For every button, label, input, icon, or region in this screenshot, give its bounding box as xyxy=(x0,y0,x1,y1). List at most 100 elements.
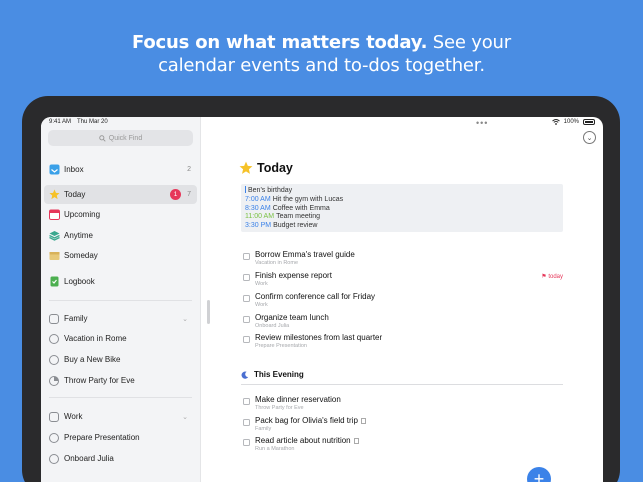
flag-icon: ⚑ xyxy=(541,274,547,280)
section-divider xyxy=(241,384,563,385)
todo-title: Borrow Emma's travel guide xyxy=(255,250,355,259)
sidebar-item-anytime[interactable]: Anytime xyxy=(44,226,197,245)
sidebar-area-family[interactable]: Family ⌄ xyxy=(44,309,197,328)
project-label: Onboard Julia xyxy=(64,454,114,463)
calendar-event[interactable]: 3:30 PM Budget review xyxy=(245,222,559,231)
sidebar-project-party[interactable]: Throw Party for Eve xyxy=(44,371,197,390)
headline-bold: Focus on what matters today. xyxy=(132,32,428,53)
battery-percent: 100% xyxy=(563,119,579,125)
star-icon xyxy=(239,161,253,174)
headline-line2: calendar events and to-dos together. xyxy=(158,55,485,76)
event-time: 8:30 AM xyxy=(245,204,271,212)
todo-project: Throw Party for Eve xyxy=(255,405,304,411)
deadline-label: today xyxy=(548,274,563,280)
event-title: Team meeting xyxy=(276,213,321,221)
todo-project: Work xyxy=(255,281,268,287)
todo-project: Family xyxy=(255,426,272,432)
project-progress-icon xyxy=(49,432,59,443)
chevron-down-icon[interactable]: ⌄ xyxy=(583,131,596,144)
todo-title: Finish expense report xyxy=(255,271,332,280)
inbox-icon xyxy=(49,164,60,175)
sidebar-item-today[interactable]: Today 1 7 xyxy=(44,185,197,204)
todo-checkbox[interactable] xyxy=(243,316,250,323)
todo-title: Make dinner reservation xyxy=(255,395,341,404)
sidebar-divider xyxy=(49,397,192,398)
todo-project: Vacation in Rome xyxy=(255,260,299,266)
layers-icon xyxy=(49,231,60,241)
archive-box-icon xyxy=(49,252,60,260)
todo-checkbox[interactable] xyxy=(243,336,250,343)
main-content: ••• 100% ⌄ Today Ben's birthday 7:00 AM H… xyxy=(201,117,603,482)
calendar-event[interactable]: 11:00 AM Team meeting xyxy=(245,213,559,222)
event-time: 3:30 PM xyxy=(245,222,272,230)
sidebar-project-bike[interactable]: Buy a New Bike xyxy=(44,350,197,369)
area-label: Family xyxy=(64,314,88,323)
todo-checkbox[interactable] xyxy=(243,295,250,302)
calendar-events: Ben's birthday 7:00 AM Hit the gym with L… xyxy=(241,184,563,232)
project-progress-icon xyxy=(49,453,59,464)
sidebar-area-work[interactable]: Work ⌄ xyxy=(44,407,197,426)
marketing-headline: Focus on what matters today. See your ca… xyxy=(0,31,643,77)
sidebar-item-label: Logbook xyxy=(64,277,95,286)
overdue-badge: 1 xyxy=(170,189,181,200)
sidebar-item-inbox[interactable]: Inbox 2 xyxy=(44,160,197,179)
todo-title-text: Read article about nutrition xyxy=(255,436,351,445)
all-day-marker xyxy=(245,186,246,193)
app-screen: 9:41 AM Thu Mar 20 Quick Find Inbox 2 Tod… xyxy=(41,117,603,482)
event-title: Ben's birthday xyxy=(248,187,293,194)
event-title: Coffee with Emma xyxy=(272,204,330,212)
event-time: 7:00 AM xyxy=(245,195,271,203)
sidebar-item-upcoming[interactable]: Upcoming xyxy=(44,205,197,224)
sidebar-item-label: Anytime xyxy=(64,231,93,240)
sidebar-divider xyxy=(49,300,192,301)
todo-checkbox[interactable] xyxy=(243,439,250,446)
deadline-badge: ⚑ today xyxy=(541,273,563,280)
calendar-event[interactable]: 8:30 AM Coffee with Emma xyxy=(245,205,559,214)
todo-title: Organize team lunch xyxy=(255,313,329,322)
todo-project: Run a Marathon xyxy=(255,446,295,452)
todo-checkbox[interactable] xyxy=(243,253,250,260)
calendar-icon xyxy=(49,209,60,220)
todo-checkbox[interactable] xyxy=(243,274,250,281)
headline-rest: See your xyxy=(427,32,511,53)
area-label: Work xyxy=(64,412,83,421)
sidebar: 9:41 AM Thu Mar 20 Quick Find Inbox 2 Tod… xyxy=(41,117,201,482)
status-bar-left: 9:41 AM Thu Mar 20 xyxy=(49,119,114,125)
sidebar-project-vacation[interactable]: Vacation in Rome xyxy=(44,329,197,348)
project-label: Throw Party for Eve xyxy=(64,376,135,385)
todo-project: Work xyxy=(255,302,268,308)
sidebar-item-label: Someday xyxy=(64,251,98,260)
project-label: Vacation in Rome xyxy=(64,334,127,343)
todo-title: Confirm conference call for Friday xyxy=(255,292,376,301)
project-progress-icon xyxy=(49,354,59,365)
sidebar-project-onboard[interactable]: Onboard Julia xyxy=(44,449,197,468)
sidebar-project-presentation[interactable]: Prepare Presentation xyxy=(44,428,197,447)
chevron-down-icon[interactable]: ⌄ xyxy=(182,315,188,323)
todo-title: Read article about nutrition xyxy=(255,436,359,445)
multitasking-dots-icon[interactable]: ••• xyxy=(476,118,488,128)
todo-checkbox[interactable] xyxy=(243,398,250,405)
sidebar-item-label: Today xyxy=(64,190,86,199)
inbox-count: 2 xyxy=(187,166,191,173)
project-progress-icon xyxy=(49,375,59,386)
star-icon xyxy=(49,189,60,200)
checklist-icon xyxy=(360,417,366,424)
quick-find-button[interactable]: Quick Find xyxy=(48,130,193,146)
page-title: Today xyxy=(239,161,293,175)
status-date: Thu Mar 20 xyxy=(77,119,108,125)
plus-icon: + xyxy=(533,469,545,482)
project-progress-icon xyxy=(49,333,59,344)
sidebar-item-someday[interactable]: Someday xyxy=(44,246,197,265)
project-label: Prepare Presentation xyxy=(64,433,140,442)
todo-title: Review milestones from last quarter xyxy=(255,333,383,342)
calendar-event[interactable]: Ben's birthday xyxy=(245,186,559,196)
area-icon xyxy=(49,313,59,324)
chevron-down-icon[interactable]: ⌄ xyxy=(182,413,188,421)
sidebar-item-logbook[interactable]: Logbook xyxy=(44,272,197,291)
today-count: 7 xyxy=(187,191,191,198)
todo-checkbox[interactable] xyxy=(243,419,250,426)
area-icon xyxy=(49,411,59,422)
quick-find-label: Quick Find xyxy=(108,134,143,142)
calendar-event[interactable]: 7:00 AM Hit the gym with Lucas xyxy=(245,196,559,205)
sidebar-item-label: Inbox xyxy=(64,165,84,174)
